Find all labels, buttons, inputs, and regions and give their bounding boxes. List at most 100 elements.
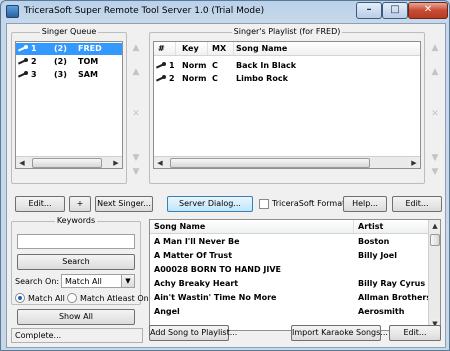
scroll-thumb[interactable] — [170, 158, 370, 168]
maximize-button[interactable]: □ — [382, 2, 408, 19]
move-up-icon[interactable]: ▲ — [128, 66, 144, 78]
keywords-caption: Keywords — [54, 216, 98, 225]
move-to-top-icon[interactable]: ▲ — [427, 42, 443, 54]
singer-row[interactable]: 1 (2) FRED — [16, 43, 122, 55]
singer-queue-caption: Singer Queue — [39, 27, 99, 36]
edit-songs-button[interactable]: Edit... — [389, 325, 441, 341]
scroll-thumb[interactable] — [32, 158, 102, 168]
move-to-bottom-icon[interactable]: ▼ — [128, 166, 144, 178]
match-all-label: Match All — [28, 294, 65, 303]
column-header-number[interactable]: # — [154, 42, 176, 55]
move-down-icon[interactable]: ▼ — [427, 152, 443, 164]
playlist-tools: ▲ ▲ ✕ ▼ ▼ — [427, 42, 443, 177]
singer-name: TOM — [78, 57, 99, 66]
song-row[interactable]: A Matter Of Trust Billy Joel — [150, 250, 440, 262]
add-singer-button[interactable]: + — [69, 196, 91, 212]
playlist-song-number: 2 — [169, 74, 175, 83]
playlist-list[interactable]: # Key MX Song Name 1 Norm C Back In Blac… — [153, 41, 421, 169]
playlist-song-mx: C — [212, 61, 218, 70]
song-row[interactable]: Ain't Wastin' Time No More Allman Brothe… — [150, 292, 440, 304]
scroll-right-icon[interactable]: ▶ — [408, 157, 420, 168]
column-header-mx[interactable]: MX — [208, 42, 234, 55]
playlist-song-mx: C — [212, 74, 218, 83]
column-header-key[interactable]: Key — [176, 42, 208, 55]
match-atleast-one-label: Match Atleast One — [80, 294, 154, 303]
song-name: A00028 BORN TO HAND JIVE — [154, 265, 282, 274]
singer-song-count: (3) — [54, 70, 67, 79]
add-song-button[interactable]: Add Song to Playlist... — [149, 325, 237, 341]
match-atleast-one-radio[interactable] — [67, 293, 77, 303]
playlist-hscrollbar[interactable]: ◀ ▶ — [154, 156, 420, 168]
move-to-bottom-icon[interactable]: ▼ — [427, 166, 443, 178]
chevron-down-icon[interactable]: ▼ — [121, 275, 134, 287]
import-songs-button[interactable]: Import Karaoke Songs... — [291, 325, 388, 341]
queue-tools: ▲ ▲ ✕ ▼ ▼ — [128, 42, 144, 177]
playlist-song-key: Norm — [182, 61, 207, 70]
edit-singer-button[interactable]: Edit... — [15, 196, 65, 212]
status-bar: Complete... — [11, 328, 143, 343]
scroll-thumb[interactable] — [430, 234, 440, 246]
column-header-song-name[interactable]: Song Name — [234, 42, 420, 55]
remove-icon[interactable]: ✕ — [128, 108, 144, 120]
client-area: Singer Queue 1 (2) FRED 2 (2) TOM 3 (3) … — [6, 23, 446, 348]
app-window: TriceraSoft Super Remote Tool Server 1.0… — [0, 0, 450, 351]
singer-song-count: (2) — [54, 44, 67, 53]
song-artist: Billy Ray Cyrus — [358, 279, 426, 288]
song-artist: Boston — [358, 237, 390, 246]
singer-song-count: (2) — [54, 57, 67, 66]
close-icon: ✕ — [423, 4, 433, 15]
song-row[interactable]: A00028 BORN TO HAND JIVE — [150, 264, 440, 276]
move-up-icon[interactable]: ▲ — [427, 66, 443, 78]
playlist-song-key: Norm — [182, 74, 207, 83]
scroll-right-icon[interactable]: ▶ — [110, 157, 122, 168]
singer-number: 3 — [31, 70, 37, 79]
search-on-select[interactable]: Match All ▼ — [61, 274, 135, 288]
scroll-left-icon[interactable]: ◀ — [16, 157, 28, 168]
song-artist: Billy Joel — [358, 251, 397, 260]
singer-number: 2 — [31, 57, 37, 66]
server-dialog-button[interactable]: Server Dialog... — [167, 196, 253, 212]
move-to-top-icon[interactable]: ▲ — [128, 42, 144, 54]
song-row[interactable]: Achy Breaky Heart Billy Ray Cyrus — [150, 278, 440, 290]
scroll-left-icon[interactable]: ◀ — [154, 157, 166, 168]
search-button[interactable]: Search — [17, 254, 135, 270]
scroll-up-icon[interactable]: ▲ — [429, 220, 440, 232]
column-header-song-name[interactable]: Song Name — [150, 220, 354, 233]
window-title: TriceraSoft Super Remote Tool Server 1.0… — [24, 6, 265, 16]
minimize-button[interactable]: – — [356, 2, 382, 19]
remove-icon[interactable]: ✕ — [427, 108, 443, 120]
song-list-vscrollbar[interactable]: ▲ ▼ — [428, 220, 440, 330]
title-bar[interactable]: TriceraSoft Super Remote Tool Server 1.0… — [1, 1, 449, 23]
singer-number: 1 — [31, 44, 37, 53]
move-down-icon[interactable]: ▼ — [128, 152, 144, 164]
playlist-row[interactable]: 1 Norm C Back In Black — [154, 60, 420, 72]
status-text: Complete... — [15, 331, 62, 340]
microphone-icon — [156, 75, 166, 83]
next-singer-button[interactable]: Next Singer... — [95, 196, 153, 212]
song-row[interactable]: A Man I'll Never Be Boston — [150, 236, 440, 248]
playlist-header: # Key MX Song Name — [154, 42, 420, 56]
song-artist: Allman Brothers — [358, 293, 428, 302]
tricerasoft-format-checkbox[interactable] — [259, 199, 269, 209]
singer-queue-hscrollbar[interactable]: ◀ ▶ — [16, 156, 122, 168]
singer-row[interactable]: 3 (3) SAM — [16, 69, 122, 81]
playlist-caption: Singer's Playlist (for FRED) — [231, 27, 343, 36]
app-icon — [6, 5, 19, 18]
edit-playlist-button[interactable]: Edit... — [392, 196, 442, 212]
search-on-label: Search On: — [15, 277, 60, 286]
microphone-icon — [156, 62, 166, 70]
singer-queue-list[interactable]: 1 (2) FRED 2 (2) TOM 3 (3) SAM ◀ ▶ — [15, 41, 123, 169]
close-button[interactable]: ✕ — [408, 2, 448, 19]
tricerasoft-format-label: TriceraSoft Format — [272, 199, 346, 208]
column-header-artist[interactable]: Artist — [354, 220, 430, 233]
playlist-row[interactable]: 2 Norm C Limbo Rock — [154, 73, 420, 85]
song-name: Achy Breaky Heart — [154, 279, 239, 288]
show-all-button[interactable]: Show All — [17, 309, 135, 325]
song-list[interactable]: Song Name Artist A Man I'll Never Be Bos… — [149, 219, 441, 331]
help-button[interactable]: Help... — [343, 196, 387, 212]
keywords-input[interactable] — [17, 234, 135, 249]
microphone-icon — [18, 71, 28, 79]
song-row[interactable]: Angel Aerosmith — [150, 306, 440, 318]
singer-row[interactable]: 2 (2) TOM — [16, 56, 122, 68]
match-all-radio[interactable] — [15, 293, 25, 303]
